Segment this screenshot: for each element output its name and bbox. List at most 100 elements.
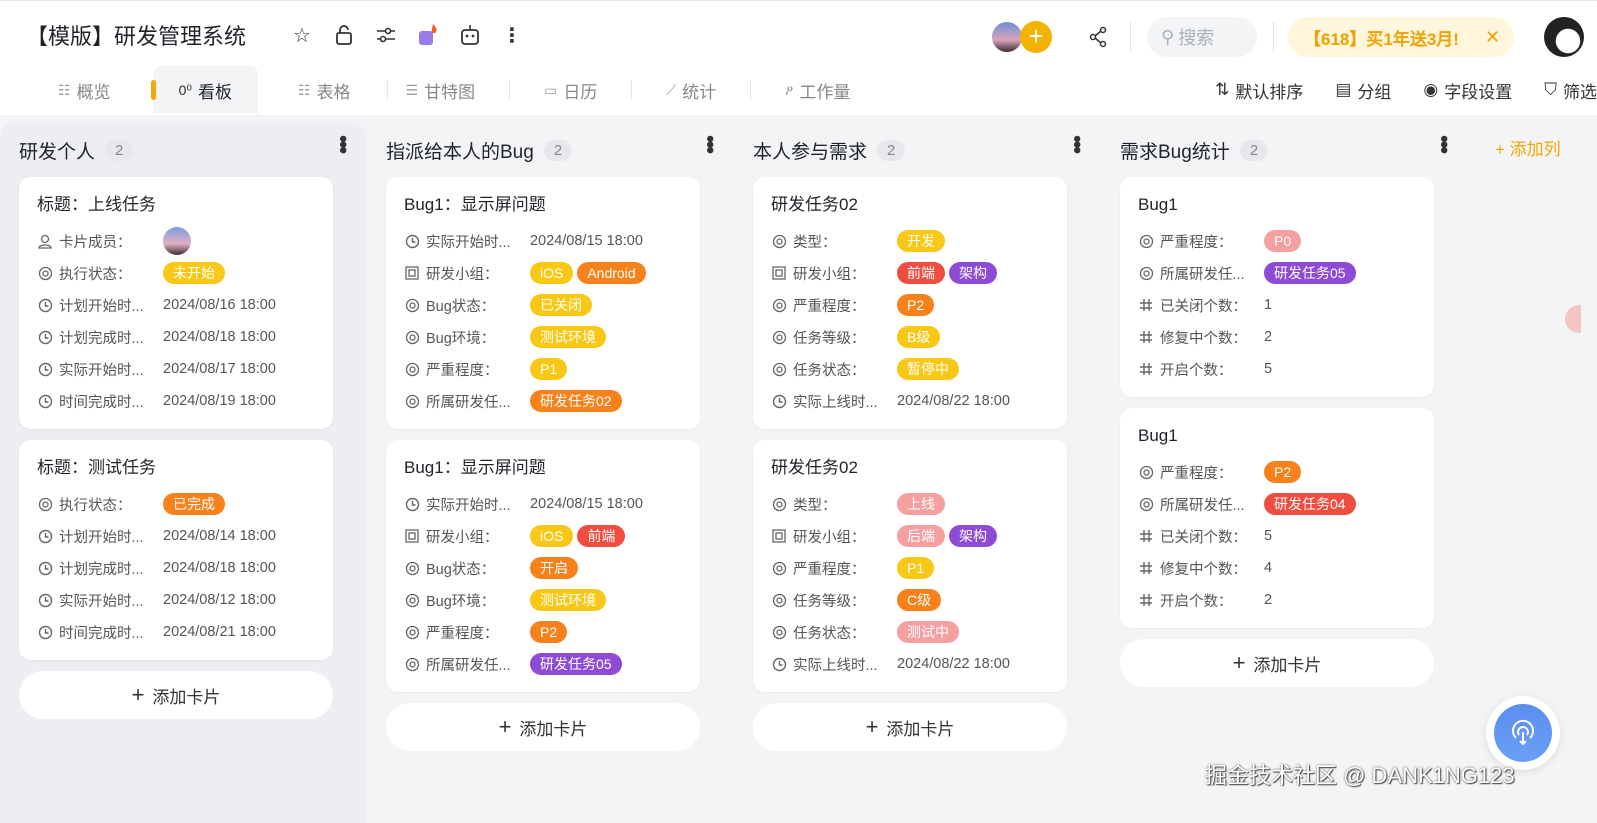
- field-label: 修复中个数：: [1160, 330, 1247, 347]
- target-icon: [1138, 464, 1154, 480]
- more-icon[interactable]: ⋮: [500, 23, 524, 47]
- tab-table[interactable]: ☷ 表格: [280, 66, 369, 114]
- column-more-icon[interactable]: •••: [1064, 135, 1090, 152]
- field-label: 任务等级：: [793, 593, 866, 610]
- card-field: 研发小组： 前端 架构: [771, 257, 1049, 289]
- add-collaborator-button[interactable]: +: [1020, 21, 1052, 53]
- add-card-button[interactable]: + 添加卡片: [753, 703, 1067, 751]
- kanban-column: 需求Bug统计 2 ••• Bug1 严重程度： P0 所属研发任... 研发任务05 已关闭…: [1101, 123, 1467, 823]
- card-field: 实际开始时... 2024/08/15 18:00: [404, 488, 682, 520]
- collaborator-avatar[interactable]: [990, 20, 1024, 54]
- field-label: 严重程度：: [426, 362, 499, 379]
- kanban-card[interactable]: Bug1：显示屏问题 实际开始时... 2024/08/15 18:00 研发小组： i…: [386, 177, 700, 429]
- tab-kanban[interactable]: 0⁰ 看板: [150, 66, 258, 114]
- kanban-card[interactable]: 研发任务02 类型： 开发 研发小组： 前端 架构 严重程度： P2 任务等级： B级 任务状态： 暂…: [753, 177, 1067, 429]
- tag: 架构: [949, 525, 997, 547]
- add-card-button[interactable]: + 添加卡片: [386, 703, 700, 751]
- settings-sliders-icon[interactable]: [374, 23, 398, 47]
- field-value: 5: [1264, 528, 1273, 544]
- tag: 未开始: [163, 262, 225, 284]
- column-more-icon[interactable]: •••: [697, 135, 723, 152]
- field-label: 修复中个数：: [1160, 561, 1247, 578]
- filter-button[interactable]: ⛉ 筛选: [1544, 78, 1597, 103]
- tag: iOS: [530, 525, 574, 547]
- field-label: 严重程度：: [793, 298, 866, 315]
- promo-banner[interactable]: 【618】买1年送3月! ✕: [1288, 17, 1515, 57]
- kanban-card[interactable]: 研发任务02 类型： 上线 研发小组： 后端 架构 严重程度： P1 任务等级： C级 任务状态： 测…: [753, 440, 1067, 692]
- column-more-icon[interactable]: •••: [330, 135, 356, 152]
- field-label: 开启个数：: [1160, 593, 1233, 610]
- field-settings-button[interactable]: ◉ 字段设置: [1423, 78, 1512, 103]
- chart-icon: ⟋: [666, 81, 677, 98]
- field-label: 计划完成时...: [59, 330, 144, 347]
- target-icon: [1138, 496, 1154, 512]
- target-icon: [404, 361, 420, 377]
- field-label: 类型：: [793, 497, 837, 514]
- field-label: 实际上线时...: [793, 657, 878, 674]
- card-field: 所属研发任... 研发任务05: [404, 648, 682, 680]
- tab-calendar[interactable]: ▭ 日历: [526, 66, 615, 114]
- add-column-button[interactable]: + 添加列: [1495, 135, 1561, 160]
- field-label: Bug环境：: [426, 330, 496, 347]
- kanban-column: 指派给本人的Bug 2 ••• Bug1：显示屏问题 实际开始时... 2024/08/…: [367, 123, 733, 823]
- clock-icon: [37, 329, 53, 345]
- field-value: 2: [1264, 329, 1273, 345]
- robot-icon[interactable]: [458, 23, 482, 47]
- kanban-card[interactable]: Bug1：显示屏问题 实际开始时... 2024/08/15 18:00 研发小组： i…: [386, 440, 700, 692]
- watermark: 掘金技术社区 @ DANK1NG123: [1205, 763, 1515, 788]
- star-icon[interactable]: ☆: [290, 23, 314, 47]
- card-field: 任务等级： B级: [771, 321, 1049, 353]
- column-more-icon[interactable]: •••: [1431, 135, 1457, 152]
- target-icon: [37, 496, 53, 512]
- plugin-cat-icon[interactable]: [416, 23, 440, 47]
- column-title: 研发个人: [19, 142, 96, 163]
- unlock-icon[interactable]: [332, 23, 356, 47]
- kanban-card[interactable]: 标题：上线任务 卡片成员： 执行状态： 未开始 计划开始时... 2024/08/16 1…: [19, 177, 333, 429]
- tag: P1: [530, 358, 568, 380]
- search-input[interactable]: ⚲ 搜索: [1147, 17, 1257, 57]
- gantt-icon: ☰: [405, 81, 419, 98]
- field-label: 卡片成员：: [59, 234, 132, 251]
- card-field: 严重程度： P0: [1138, 225, 1416, 257]
- kanban-card[interactable]: 标题：测试任务 执行状态： 已完成 计划开始时... 2024/08/14 18:00 计…: [19, 440, 333, 660]
- add-card-button[interactable]: + 添加卡片: [19, 671, 333, 719]
- field-value: 2024/08/21 18:00: [163, 624, 276, 640]
- add-card-button[interactable]: + 添加卡片: [1120, 639, 1434, 687]
- hash-icon: [1138, 592, 1154, 608]
- tag: iOS: [530, 262, 574, 284]
- field-label: Bug状态：: [426, 561, 496, 578]
- user-avatar[interactable]: [1544, 17, 1585, 57]
- clock-icon: [37, 361, 53, 377]
- sort-button[interactable]: ⇅ 默认排序: [1215, 78, 1303, 103]
- clock-icon: [771, 393, 787, 409]
- tab-workload[interactable]: ዖ 工作量: [767, 66, 868, 114]
- tag: 研发任务02: [530, 390, 622, 412]
- field-label: 严重程度：: [793, 561, 866, 578]
- tab-gantt[interactable]: ☰ 甘特图: [388, 66, 494, 114]
- card-field: 严重程度： P1: [404, 353, 682, 385]
- card-field: 计划完成时... 2024/08/18 18:00: [37, 321, 315, 353]
- share-icon[interactable]: [1086, 25, 1110, 49]
- tab-stats[interactable]: ⟋ 统计: [648, 66, 734, 114]
- kanban-column: 研发个人 2 ••• 标题：上线任务 卡片成员： 执行状态： 未开始 计划开始时... 202…: [0, 123, 366, 823]
- field-label: 执行状态：: [59, 266, 132, 283]
- kanban-icon: 0⁰: [178, 81, 192, 98]
- kanban-card[interactable]: Bug1 严重程度： P0 所属研发任... 研发任务05 已关闭个数： 1 修复中个数： 2 开…: [1120, 177, 1434, 397]
- card-field: 严重程度： P2: [1138, 456, 1416, 488]
- tag: C级: [897, 589, 942, 611]
- tab-overview[interactable]: ☷ 概览: [40, 66, 129, 114]
- tag: P0: [1264, 230, 1302, 252]
- group-button[interactable]: ▤ 分组: [1335, 78, 1391, 103]
- card-title: Bug1：显示屏问题: [404, 195, 546, 214]
- tag: P1: [897, 557, 935, 579]
- kanban-card[interactable]: Bug1 严重程度： P2 所属研发任... 研发任务04 已关闭个数： 5 修复中个数： 4 开…: [1120, 408, 1434, 628]
- field-label: 任务等级：: [793, 330, 866, 347]
- card-field: 类型： 上线: [771, 488, 1049, 520]
- card-field: 已关闭个数： 1: [1138, 289, 1416, 321]
- tag: 开启: [530, 557, 578, 579]
- member-avatar[interactable]: [163, 227, 191, 255]
- field-label: 严重程度：: [426, 625, 499, 642]
- tag: 研发任务05: [530, 653, 622, 675]
- view-tabs: ☷ 概览 0⁰ 看板 ☷ 表格 ☰ 甘特图 ▭ 日历 ⟋ 统计 ዖ 工作量: [40, 66, 868, 114]
- close-icon[interactable]: ✕: [1485, 27, 1500, 48]
